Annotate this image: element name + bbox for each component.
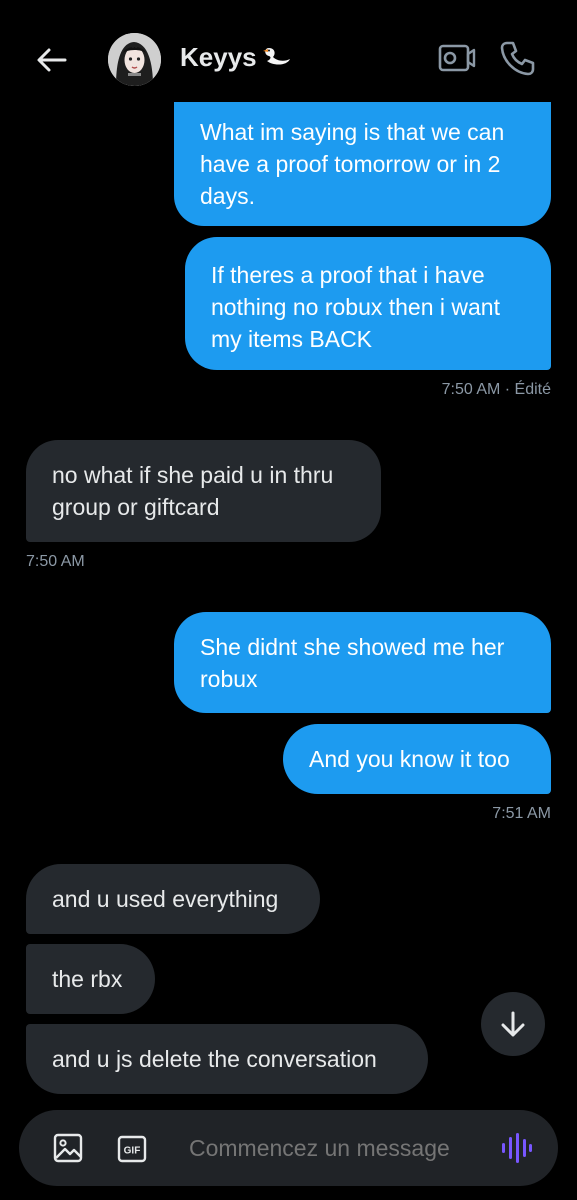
add-image-button[interactable] <box>53 1133 83 1168</box>
message-bubble-outgoing[interactable]: And you know it too <box>283 724 551 794</box>
message-bubble-incoming[interactable]: no what if she paid u in thru group or g… <box>26 440 381 542</box>
avatar[interactable] <box>108 33 161 86</box>
conversation-header: Keyys <box>0 0 577 118</box>
video-call-icon <box>438 44 476 72</box>
svg-text:GIF: GIF <box>124 1146 141 1157</box>
contact-name: Keyys <box>180 42 257 72</box>
message-bubble-outgoing[interactable]: What im saying is that we can have a pro… <box>174 102 551 226</box>
message-bubble-incoming[interactable]: and u used everything <box>26 864 320 934</box>
scroll-to-bottom-button[interactable] <box>481 992 545 1056</box>
image-icon <box>53 1133 83 1163</box>
phone-call-button[interactable] <box>498 38 538 78</box>
message-bubble-incoming[interactable]: the rbx <box>26 944 155 1014</box>
avatar-image <box>108 33 161 86</box>
arrow-down-icon <box>501 1011 525 1037</box>
message-input[interactable] <box>189 1110 489 1186</box>
arrow-left-icon <box>37 48 67 72</box>
message-bubble-incoming[interactable]: and u js delete the conversation <box>26 1024 428 1094</box>
contact-name-button[interactable]: Keyys <box>180 42 293 73</box>
swan-emoji-icon <box>262 47 290 65</box>
voice-waveform-icon <box>502 1133 532 1163</box>
message-timestamp: 7:51 AM <box>492 805 551 822</box>
phone-icon <box>500 41 535 76</box>
add-gif-button[interactable]: GIF <box>117 1134 147 1169</box>
message-composer: GIF <box>19 1110 558 1186</box>
message-timestamp: 7:50 AM <box>26 553 85 570</box>
message-bubble-outgoing[interactable]: She didnt she showed me her robux <box>174 612 551 713</box>
voice-message-button[interactable] <box>499 1132 533 1169</box>
message-timestamp: 7:50 AM · Édité <box>441 381 551 398</box>
video-call-button[interactable] <box>437 38 477 78</box>
message-bubble-outgoing[interactable]: If theres a proof that i have nothing no… <box>185 237 551 370</box>
back-button[interactable] <box>34 42 70 78</box>
gif-icon: GIF <box>117 1135 147 1163</box>
